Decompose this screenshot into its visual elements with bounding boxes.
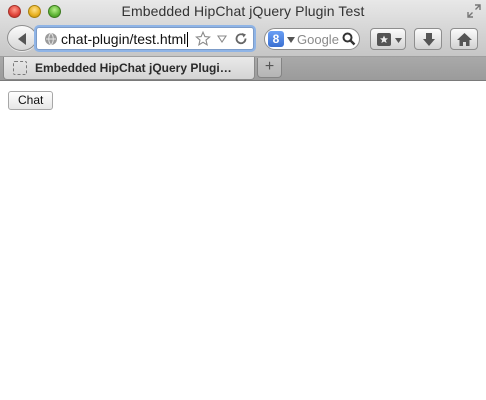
bookmarks-button[interactable] [370, 28, 406, 50]
url-bar[interactable]: chat-plugin/test.html [36, 27, 254, 50]
new-tab-button[interactable]: + [257, 58, 282, 78]
home-button[interactable] [450, 28, 478, 50]
globe-icon[interactable] [44, 32, 58, 46]
search-bar[interactable]: 8 Google [264, 28, 360, 50]
star-icon[interactable] [195, 31, 211, 47]
url-text[interactable]: chat-plugin/test.html [61, 31, 189, 47]
search-engine-icon[interactable]: 8 [268, 31, 284, 47]
blank-page-icon [13, 61, 27, 75]
back-button[interactable] [7, 25, 37, 51]
magnifier-icon[interactable] [342, 32, 356, 46]
tab-strip: Embedded HipChat jQuery Plugi… + [0, 57, 486, 81]
page-content: Chat [0, 82, 486, 400]
back-arrow-icon [18, 33, 26, 45]
download-arrow-icon [423, 33, 435, 46]
bookmarks-dropdown-icon [395, 38, 402, 43]
window-chrome: Embedded HipChat jQuery Plugin Test chat… [0, 0, 486, 57]
url-dropdown-icon[interactable] [217, 35, 227, 43]
tab-active[interactable]: Embedded HipChat jQuery Plugi… [3, 57, 255, 80]
fullscreen-icon[interactable] [467, 4, 481, 18]
window-title: Embedded HipChat jQuery Plugin Test [121, 3, 365, 19]
search-placeholder: Google [297, 32, 339, 47]
search-engine-dropdown-icon[interactable] [287, 37, 295, 43]
downloads-button[interactable] [414, 28, 442, 50]
home-icon [457, 33, 472, 46]
bookmarks-icon [377, 33, 391, 46]
chat-button[interactable]: Chat [8, 91, 54, 110]
reload-icon[interactable] [234, 32, 248, 46]
tab-label: Embedded HipChat jQuery Plugi… [35, 61, 232, 75]
browser-window: Embedded HipChat jQuery Plugin Test chat… [0, 0, 486, 400]
